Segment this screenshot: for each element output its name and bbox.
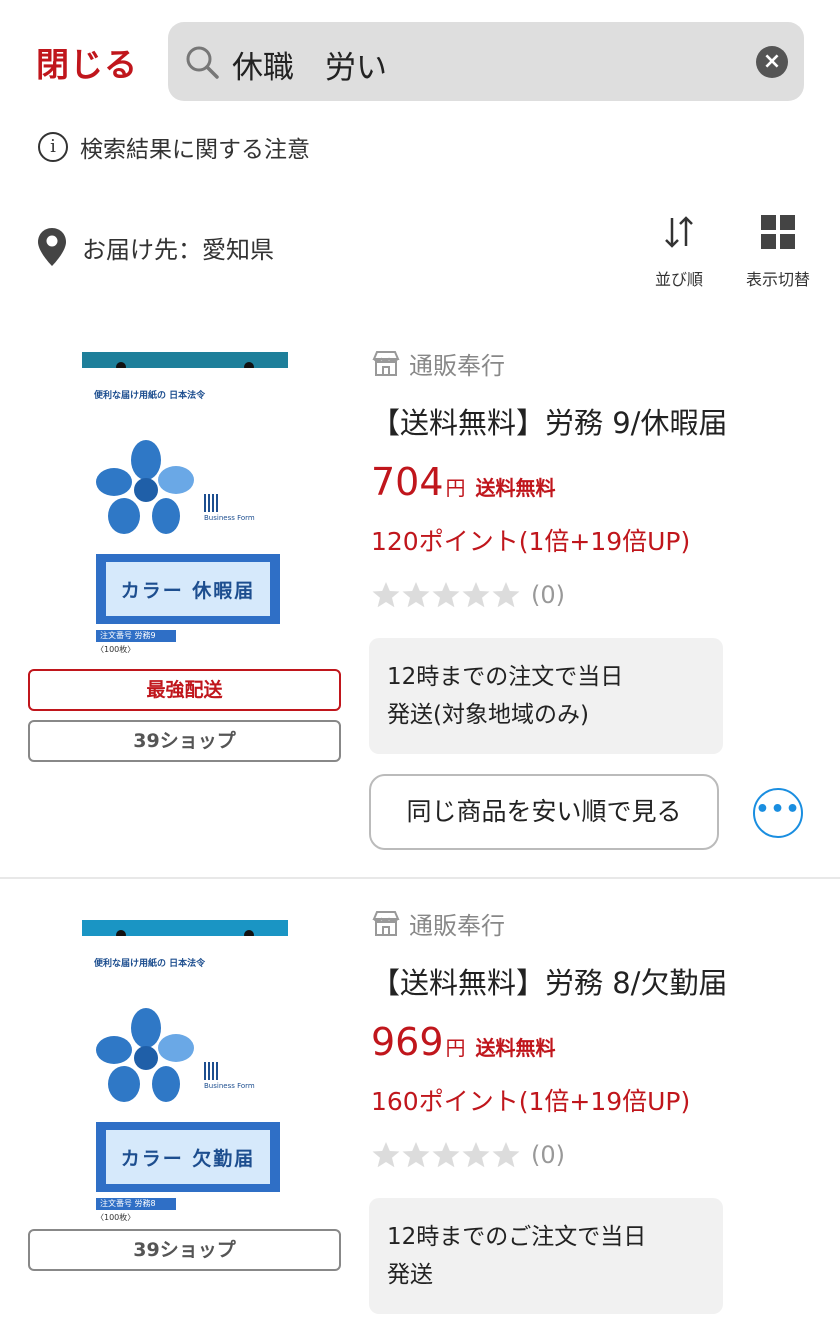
price-value: 969 <box>371 1020 444 1064</box>
image-quantity: 〈100枚〉 <box>96 645 136 654</box>
product-title[interactable]: 【送料無料】労務 8/欠勤届 <box>371 960 727 1002</box>
rating-row[interactable]: (0) <box>371 1140 565 1170</box>
star-icon <box>432 582 460 608</box>
view-toggle-label: 表示切替 <box>745 270 810 289</box>
price-yen: 円 <box>445 476 466 500</box>
rating-row[interactable]: (0) <box>371 580 565 610</box>
star-icon <box>492 1142 520 1168</box>
store-icon <box>372 351 400 376</box>
image-brand-text: 便利な届け用紙の 日本法令 <box>94 391 206 401</box>
free-shipping-label: 送料無料 <box>475 476 556 500</box>
product-image[interactable]: 便利な届け用紙の 日本法令 Business Form カラー 休暇届 注文番号… <box>82 352 288 654</box>
store-icon <box>372 911 400 936</box>
price-row: 704 円 送料無料 <box>371 460 556 504</box>
review-count: (0) <box>531 581 565 609</box>
image-business-form-text: Business Form <box>204 514 255 522</box>
star-icon <box>462 582 490 608</box>
business-form-icon <box>204 1062 218 1080</box>
star-icon <box>492 582 520 608</box>
sort-label: 並び順 <box>654 270 703 289</box>
image-label-inner: カラー 休暇届 <box>106 562 270 616</box>
image-top-bar <box>82 352 288 368</box>
info-icon: i <box>38 132 68 162</box>
product-card[interactable]: 便利な届け用紙の 日本法令 Business Form カラー 欠勤届 注文番号… <box>0 890 840 1337</box>
image-quantity: 〈100枚〉 <box>96 1213 136 1222</box>
view-toggle-button[interactable]: 表示切替 <box>738 212 818 290</box>
top-bar: 閉じる 休職 労い × <box>0 0 840 110</box>
shipping-note-line: 12時までのご注文で当日 <box>387 1224 647 1250</box>
search-notice-text: 検索結果に関する注意 <box>80 137 310 163</box>
image-order-number: 注文番号 労務9 <box>96 630 176 642</box>
price-value: 704 <box>371 460 444 504</box>
price-row: 969 円 送料無料 <box>371 1020 556 1064</box>
star-icon <box>372 1142 400 1168</box>
star-icon <box>462 1142 490 1168</box>
image-label-text: カラー 欠勤届 <box>120 1147 256 1170</box>
sort-icon <box>665 216 693 248</box>
image-label-inner: カラー 欠勤届 <box>106 1130 270 1184</box>
flower-logo-icon <box>96 440 194 534</box>
image-label-text: カラー 休暇届 <box>120 579 256 602</box>
shipping-note: 12時までのご注文で当日 発送 <box>369 1198 723 1314</box>
search-icon <box>186 46 219 79</box>
shipping-note-line: 発送 <box>387 1262 433 1288</box>
free-shipping-label: 送料無料 <box>475 1036 556 1060</box>
search-query-text[interactable]: 休職 労い <box>232 42 387 87</box>
image-page: 便利な届け用紙の 日本法令 Business Form カラー 休暇届 注文番号… <box>82 368 288 654</box>
review-count: (0) <box>531 1141 565 1169</box>
close-button[interactable]: 閉じる <box>36 38 138 86</box>
points-text: 160ポイント(1倍+19倍UP) <box>371 1087 691 1116</box>
shop-name: 通販奉行 <box>409 911 505 940</box>
image-label-box: カラー 欠勤届 <box>96 1122 280 1192</box>
delivery-destination-text: お届け先：愛知県 <box>82 235 274 264</box>
product-title[interactable]: 【送料無料】労務 9/休暇届 <box>371 400 727 442</box>
business-form-icon <box>204 494 218 512</box>
shipping-note-line: 12時までの注文で当日 <box>387 664 624 690</box>
shop-name: 通販奉行 <box>409 351 505 380</box>
more-options-button[interactable]: ••• <box>753 788 803 838</box>
image-business-form-text: Business Form <box>204 1082 255 1090</box>
star-icon <box>372 582 400 608</box>
image-brand-text: 便利な届け用紙の 日本法令 <box>94 959 206 969</box>
product-image[interactable]: 便利な届け用紙の 日本法令 Business Form カラー 欠勤届 注文番号… <box>82 920 288 1222</box>
grid-view-icon <box>761 215 795 249</box>
flower-logo-icon <box>96 1008 194 1102</box>
sort-button[interactable]: 並び順 <box>648 212 710 290</box>
shop-link[interactable]: 通販奉行 <box>371 346 505 380</box>
compare-cheapest-button[interactable]: 同じ商品を安い順で見る <box>369 774 719 850</box>
image-top-bar <box>82 920 288 936</box>
search-notice-link[interactable]: i 検索結果に関する注意 <box>38 130 310 164</box>
shop39-badge: 39ショップ <box>28 1229 341 1271</box>
shipping-note-line: 発送(対象地域のみ) <box>387 702 589 728</box>
product-card[interactable]: 便利な届け用紙の 日本法令 Business Form カラー 休暇届 注文番号… <box>0 330 840 877</box>
divider <box>0 877 840 879</box>
delivery-destination[interactable]: お届け先：愛知県 <box>36 226 274 268</box>
shop-link[interactable]: 通販奉行 <box>371 906 505 940</box>
clear-icon[interactable]: × <box>756 46 788 78</box>
search-input[interactable]: 休職 労い × <box>168 22 804 101</box>
star-icon <box>432 1142 460 1168</box>
image-page: 便利な届け用紙の 日本法令 Business Form カラー 欠勤届 注文番号… <box>82 936 288 1222</box>
shipping-note: 12時までの注文で当日 発送(対象地域のみ) <box>369 638 723 754</box>
fast-delivery-badge: 最強配送 <box>28 669 341 711</box>
points-text: 120ポイント(1倍+19倍UP) <box>371 527 691 556</box>
shop39-badge: 39ショップ <box>28 720 341 762</box>
star-icon <box>402 582 430 608</box>
price-yen: 円 <box>445 1036 466 1060</box>
star-icon <box>402 1142 430 1168</box>
image-label-box: カラー 休暇届 <box>96 554 280 624</box>
image-order-number: 注文番号 労務8 <box>96 1198 176 1210</box>
location-pin-icon <box>38 228 66 266</box>
